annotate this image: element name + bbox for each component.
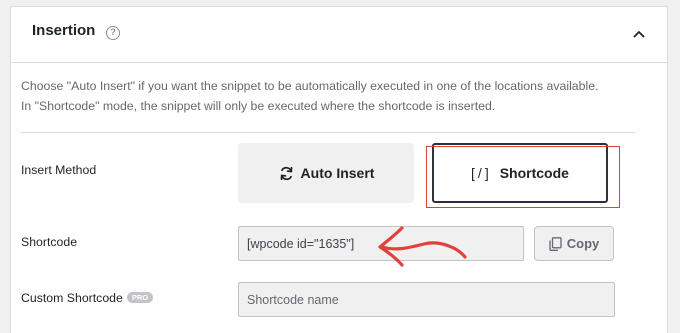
custom-shortcode-label: Custom Shortcode <box>21 291 123 305</box>
description-line-1: Choose "Auto Insert" if you want the sni… <box>21 79 599 93</box>
custom-shortcode-label-row: Custom Shortcode PRO <box>21 291 154 305</box>
shortcode-field[interactable]: [wpcode id="1635"] <box>238 226 524 261</box>
panel-header[interactable]: Insertion ? <box>11 7 667 63</box>
description-line-2: In "Shortcode" mode, the snippet will on… <box>21 99 496 113</box>
shortcode-value: [wpcode id="1635"] <box>247 236 355 251</box>
shortcode-method-label: Shortcode <box>499 165 569 181</box>
pro-badge: PRO <box>126 292 154 303</box>
auto-insert-label: Auto Insert <box>300 165 375 181</box>
auto-insert-button[interactable]: Auto Insert <box>238 143 414 203</box>
custom-shortcode-input[interactable]: Shortcode name <box>238 282 615 317</box>
chevron-up-icon[interactable] <box>631 26 647 42</box>
shortcode-label: Shortcode <box>21 235 78 249</box>
copy-icon <box>549 236 562 251</box>
shortcode-brackets-icon: [/] <box>471 165 492 181</box>
divider <box>21 132 635 133</box>
panel-title: Insertion <box>32 22 96 39</box>
shortcode-method-button[interactable]: [/] Shortcode <box>432 143 608 203</box>
sync-icon <box>278 165 295 182</box>
custom-shortcode-placeholder: Shortcode name <box>247 292 339 307</box>
question-circle-icon[interactable]: ? <box>106 26 120 40</box>
section-description: Choose "Auto Insert" if you want the sni… <box>21 76 651 116</box>
insert-method-label: Insert Method <box>21 163 97 177</box>
copy-label: Copy <box>566 236 600 251</box>
copy-button[interactable]: Copy <box>534 226 614 261</box>
